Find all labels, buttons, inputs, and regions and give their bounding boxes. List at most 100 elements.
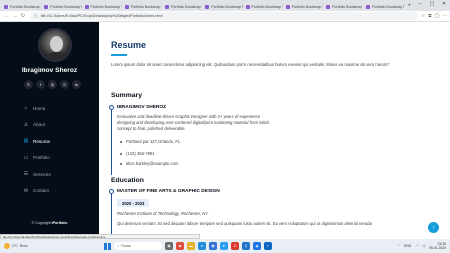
taskbar-search-label: Поиск — [121, 244, 131, 248]
close-window-button[interactable]: ✕ — [438, 0, 450, 9]
linkedin-icon[interactable]: in — [72, 80, 81, 89]
search-icon: ⌕ — [117, 244, 120, 248]
sun-icon — [4, 243, 10, 249]
taskbar-apps: ⌕ Поиск ▣ ◆ ▬ e ▦ ➤ O ⟨⟩ ◉ ◐ — [104, 242, 272, 250]
edge-active-icon[interactable]: ◐ — [264, 242, 272, 250]
browser-tab-strip: Portfolio Bootstrap Templ…✕Portfolio Boo… — [0, 0, 450, 11]
tab-title: Portfolio Bootstrap Templ… — [130, 4, 162, 9]
tab-favicon-icon — [245, 4, 250, 9]
tab-favicon-icon — [285, 4, 290, 9]
education-school: Rochester Institute of Technology, Roche… — [117, 211, 209, 216]
nav-item-label: Portfolio — [33, 155, 50, 161]
nav-menu: ⌂ Home ♙ About ▤ Resume ▭ Portfolio ☰ Services ✉ Co… — [22, 100, 51, 199]
nav-item-portfolio[interactable]: ▭ Portfolio — [22, 150, 51, 167]
contact-email: alice.barkley@example.com — [117, 161, 178, 166]
tab-title: Portfolio Bootstrap Templ… — [372, 4, 403, 9]
avatar-body — [45, 52, 69, 60]
browser-tab[interactable]: Portfolio Bootstrap Templ…✕ — [244, 2, 283, 11]
nav-item-services[interactable]: ☰ Services — [22, 166, 51, 183]
browser-tab[interactable]: Portfolio Bootstrap Templ…✕ — [284, 2, 323, 11]
back-to-top-button[interactable]: ↑ — [428, 222, 439, 233]
contact-address: Portland par 127,Orlando, FL — [117, 139, 180, 144]
bullet — [120, 152, 122, 155]
nav-item-about[interactable]: ♙ About — [22, 117, 51, 134]
windows-start-icon[interactable] — [104, 242, 111, 250]
edge-browser-icon[interactable]: e — [198, 242, 206, 250]
extensions-icon[interactable]: ⧉ — [428, 13, 431, 19]
browser-tab[interactable]: Portfolio Bootstrap Templ…✕ — [163, 2, 202, 11]
browser-toolbar-right: ☆ ⧉ ◯ ⋯ — [421, 13, 447, 19]
store-icon[interactable]: ▦ — [209, 242, 217, 250]
summary-heading: Summary — [111, 92, 142, 99]
tab-title: Portfolio Bootstrap Templ… — [90, 4, 122, 9]
minimize-button[interactable]: – — [414, 0, 426, 9]
clock[interactable]: 23:30 09.01.2024 — [429, 242, 446, 250]
social-links: 𝕏f ◎ Sin — [24, 80, 81, 89]
task-view-icon[interactable]: ▣ — [165, 242, 173, 250]
opera-icon[interactable]: O — [231, 242, 239, 250]
resume-section: Resume Lorem ipsum dolor sit amet consec… — [99, 22, 450, 234]
favorites-star-icon[interactable]: ☆ — [421, 13, 425, 19]
taskbar-search[interactable]: ⌕ Поиск — [114, 242, 162, 250]
language-indicator[interactable]: ENG — [404, 244, 411, 248]
browser-tab[interactable]: Portfolio Bootstrap Templ…✕ — [2, 2, 41, 11]
facebook-icon[interactable]: f — [36, 80, 45, 89]
url-field[interactable]: ⓘ file:///C:/Users/E-Max/PCShop/Desktop/… — [30, 12, 419, 20]
education-timeline-dot — [109, 189, 114, 194]
system-tray: ⌃ ENG ◠ ◁ 23:30 09.01.2024 — [397, 242, 446, 250]
summary-text: Innovative and deadline-driven Graphic D… — [117, 114, 269, 131]
instagram-icon[interactable]: ◎ — [48, 80, 57, 89]
wifi-icon[interactable]: ◠ — [415, 244, 418, 248]
nav-services-icon: ☰ — [23, 171, 29, 178]
new-tab-button[interactable]: + — [405, 3, 415, 9]
copyright: © Copyright iPortfolio — [0, 221, 99, 225]
file-explorer-icon[interactable]: ▬ — [187, 242, 195, 250]
tab-title: Portfolio Bootstrap Templ… — [251, 4, 283, 9]
browser-tab[interactable]: Portfolio Bootstrap Templ…✕ — [123, 2, 162, 11]
education-text: Qui deserunt veniam. Et sed aliquam labo… — [117, 221, 372, 226]
telegram-icon[interactable]: ➤ — [220, 242, 228, 250]
more-menu-icon[interactable]: ⋯ — [443, 13, 448, 19]
address-bar: ← → ↻ ⓘ file:///C:/Users/E-Max/PCShop/De… — [0, 11, 450, 22]
twitter-icon[interactable]: 𝕏 — [24, 80, 33, 89]
nav-item-label: Home — [33, 105, 46, 111]
browser-tab[interactable]: Portfolio Bootstrap Templ…✕ — [364, 2, 404, 11]
forward-icon[interactable]: → — [11, 13, 19, 19]
bullet — [120, 140, 122, 143]
browser-tab[interactable]: Portfolio Bootstrap Templ…✕ — [83, 2, 122, 11]
education-years: 2020 - 2023 — [117, 199, 150, 207]
nav-item-contact[interactable]: ✉ Contact — [22, 183, 51, 200]
url-text: file:///C:/Users/E-Max/PCShop/Desktop/zi… — [40, 14, 163, 18]
vscode-icon[interactable]: ⟨⟩ — [242, 242, 250, 250]
profile-icon[interactable]: ◯ — [434, 13, 439, 19]
profile-name[interactable]: Ibragimov Sheroz — [0, 67, 99, 74]
bullet — [120, 162, 122, 165]
reload-icon[interactable]: ↻ — [19, 13, 27, 19]
nav-item-label: Contact — [33, 188, 49, 194]
summary-name: IBRAGIMOV SHEROZ — [117, 105, 167, 110]
tab-title: Portfolio Bootstrap Templ… — [50, 4, 81, 9]
avatar-face — [50, 36, 63, 52]
tray-chevron-icon[interactable]: ⌃ — [397, 244, 400, 248]
volume-icon[interactable]: ◁ — [422, 244, 425, 248]
tab-favicon-icon — [44, 4, 49, 9]
tab-favicon-icon — [84, 4, 89, 9]
file-info-icon[interactable]: ⓘ — [34, 14, 38, 19]
chrome-icon[interactable]: ◉ — [253, 242, 261, 250]
colorful-app-icon[interactable]: ◆ — [176, 242, 184, 250]
browser-tab[interactable]: Portfolio Bootstrap Templ…✕ — [203, 2, 243, 11]
clock-date: 09.01.2024 — [429, 246, 446, 250]
browser-tab[interactable]: Portfolio Bootstrap Templ…✕ — [324, 2, 363, 11]
copyright-brand: iPortfolio — [51, 221, 68, 225]
maximize-button[interactable]: ▢ — [426, 0, 438, 9]
skype-icon[interactable]: S — [60, 80, 69, 89]
nav-portfolio-icon: ▭ — [23, 154, 29, 161]
tab-title: Portfolio Bootstrap Templ… — [211, 4, 242, 9]
browser-tab[interactable]: Portfolio Bootstrap Templ…✕ — [42, 2, 82, 11]
tab-favicon-icon — [326, 4, 330, 9]
nav-item-home[interactable]: ⌂ Home — [22, 100, 51, 117]
nav-item-resume[interactable]: ▤ Resume — [22, 133, 51, 150]
weather-widget[interactable]: 1°C Ясно — [4, 243, 94, 249]
back-icon[interactable]: ← — [3, 13, 11, 19]
nav-item-label: Resume — [33, 138, 51, 144]
